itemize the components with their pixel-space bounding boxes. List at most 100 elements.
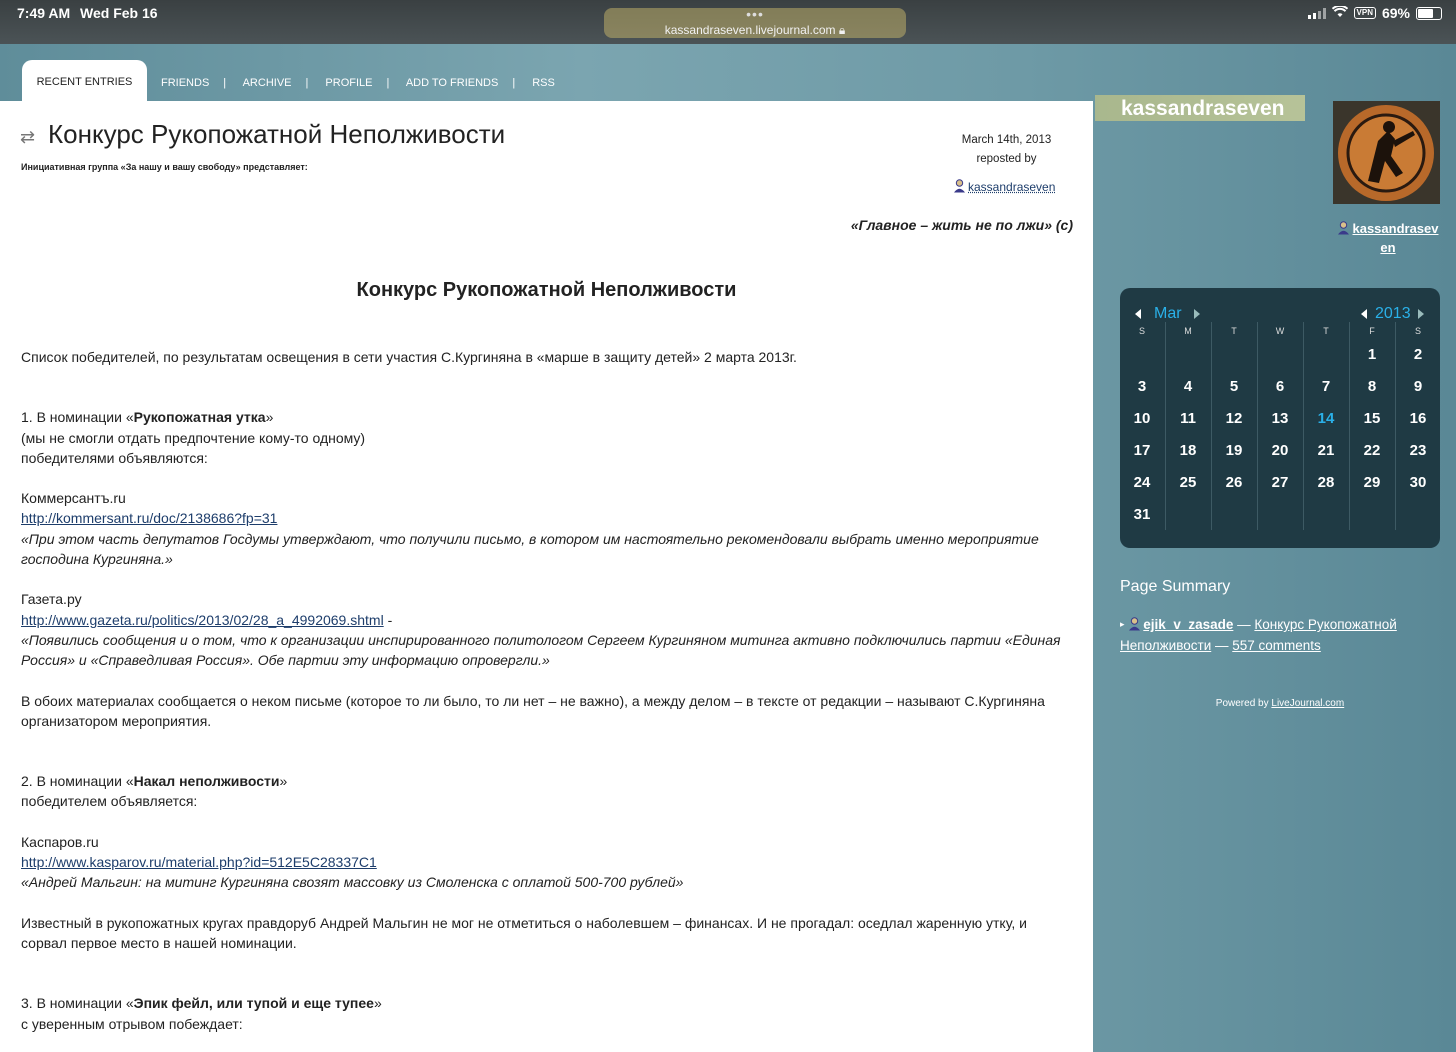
calendar-day[interactable]: 27 [1257,474,1303,491]
calendar-day[interactable]: 19 [1211,442,1257,459]
calendar-weekday: T [1323,326,1329,336]
lock-icon: 🔒︎ [838,23,846,37]
calendar-day[interactable]: 28 [1303,474,1349,491]
user-icon [1129,617,1141,631]
reposted-user-link[interactable]: kassandraseven [968,180,1055,194]
calendar-weekday: S [1414,326,1421,336]
calendar-day[interactable]: 11 [1165,410,1211,427]
calendar-day[interactable]: 18 [1165,442,1211,459]
url-text: kassandraseven.livejournal.com [664,23,836,37]
kasparov-link[interactable]: http://www.kasparov.ru/material.php?id=5… [21,854,377,870]
status-time: 7:49 AM [17,5,71,21]
link-dash: - [383,611,393,628]
calendar-year[interactable]: 2013 [1375,305,1411,323]
tab-dots-icon[interactable]: ••• [604,6,906,22]
reposted-label: reposted by [976,153,1037,165]
calendar-month[interactable]: Mar [1154,305,1182,323]
kommersant-link[interactable]: http://kommersant.ru/doc/2138686?fp=31 [21,510,277,526]
calendar-day[interactable]: 5 [1211,378,1257,395]
nav-friends[interactable]: FRIENDS [161,77,209,89]
user-icon [1338,221,1350,235]
tab-recent-entries[interactable]: RECENT ENTRIES [22,60,147,101]
prev-month-icon[interactable] [1135,309,1141,319]
reposted-user[interactable]: kassandraseven [953,179,1055,194]
nomination-prefix: 1. В номинации « [21,409,134,426]
wifi-icon [1331,4,1348,21]
prev-year-icon[interactable] [1361,309,1367,319]
nav-add-to-friends[interactable]: ADD TO FRIENDS [406,77,499,89]
battery-icon [1416,6,1442,20]
calendar-day[interactable]: 16 [1395,410,1441,427]
nomination-suffix: » [265,409,274,426]
calendar-day[interactable]: 4 [1165,378,1211,395]
powered-prefix: Powered by [1215,698,1272,709]
nomination-2-winner: победителем объявляется: [21,793,198,810]
calendar-day[interactable]: 24 [1119,474,1165,491]
calendar-day[interactable]: 9 [1395,378,1441,395]
next-year-icon[interactable] [1418,309,1424,319]
source-name: Каспаров.ru [21,833,99,850]
nomination-2: 2. В номинации «Накал неполживости» [21,771,1071,791]
calendar-weekday: W [1275,326,1285,336]
calendar-day[interactable]: 23 [1395,442,1441,459]
nomination-suffix: » [279,773,288,790]
status-indicators: VPN 69% [1307,4,1442,21]
source-quote: «Андрей Мальгин: на митинг Кургиняна сво… [21,874,684,891]
calendar-day[interactable]: 7 [1303,378,1349,395]
calendar-day[interactable]: 6 [1257,378,1303,395]
calendar-day[interactable]: 25 [1165,474,1211,491]
userpic-user[interactable]: kassandraseven [1336,219,1440,257]
nomination-1-note: (мы не смогли отдать предпочтение кому-т… [21,429,366,446]
nomination-name: Накал неполживости [133,773,280,790]
entry-title: Конкурс Рукопожатной Неполживости [48,119,506,149]
calendar-day[interactable]: 30 [1395,474,1441,491]
calendar-day[interactable]: 22 [1349,442,1395,459]
userpic-user-link[interactable]: kassandraseven [1352,221,1438,255]
calendar-day[interactable]: 1 [1349,346,1395,363]
userpic-image[interactable] [1333,101,1440,204]
nomination-1-winners: победителями объявляются: [21,449,208,466]
calendar-day[interactable]: 21 [1303,442,1349,459]
user-icon [954,179,965,193]
calendar-day[interactable]: 20 [1257,442,1303,459]
calendar-day[interactable]: 3 [1119,378,1165,395]
journal-name[interactable]: kassandraseven [1121,97,1284,121]
status-date: Wed Feb 16 [80,5,158,21]
gazeta-link[interactable]: http://www.gazeta.ru/politics/2013/02/28… [21,612,384,628]
nav-profile[interactable]: PROFILE [325,77,372,89]
bullet-icon: ▸ [1120,619,1125,629]
summary-comments-link[interactable]: 557 comments [1232,638,1321,653]
entry-quote: «Главное – жить не по лжи» (с) [850,217,1073,233]
page-summary: ▸ ejik_v_zasade — Конкурс Рукопожатной Н… [1120,614,1440,656]
nav-rss[interactable]: RSS [532,77,555,89]
nomination-prefix: 2. В номинации « [21,773,134,790]
next-month-icon[interactable] [1194,309,1200,319]
summary-dash: — [1237,617,1251,632]
battery-percent: 69% [1381,5,1410,21]
nav-archive[interactable]: ARCHIVE [243,77,292,89]
calendar-day[interactable]: 8 [1349,378,1395,395]
calendar-day[interactable]: 12 [1211,410,1257,427]
calendar-day[interactable]: 15 [1349,410,1395,427]
calendar-day[interactable]: 29 [1349,474,1395,491]
lead-paragraph: Список победителей, по результатам освещ… [21,349,797,365]
status-bar: 7:49 AM Wed Feb 16 ••• kassandraseven.li… [0,0,1456,44]
calendar-day[interactable]: 13 [1257,410,1303,427]
calendar: Mar 2013 S M T W T F S 1 2 3 4 5 6 7 8 9 10 11 12 13 14 15 16 1… [1120,288,1440,548]
livejournal-link[interactable]: LiveJournal.com [1271,698,1344,709]
calendar-day[interactable]: 26 [1211,474,1257,491]
address-bar[interactable]: ••• kassandraseven.livejournal.com 🔒︎ [604,6,906,38]
calendar-day[interactable]: 2 [1395,346,1441,363]
calendar-weekday: F [1369,326,1375,336]
calendar-day[interactable]: 17 [1119,442,1165,459]
calendar-day-selected[interactable]: 14 [1303,410,1349,427]
journal-nav: RECENT ENTRIES FRIENDS | ARCHIVE | PROFILE… [0,44,1090,101]
entry-meta: March 14th, 2013 reposted by [930,131,1083,169]
summary-user-link[interactable]: ejik_v_zasade [1143,617,1233,632]
calendar-weekday: S [1138,326,1145,336]
nomination-prefix: 3. В номинации « [21,995,134,1012]
commentary-paragraph: В обоих материалах сообщается о неком пи… [21,692,1045,729]
calendar-day[interactable]: 10 [1119,410,1165,427]
nav-separator: | [512,77,516,89]
calendar-day[interactable]: 31 [1119,506,1165,523]
